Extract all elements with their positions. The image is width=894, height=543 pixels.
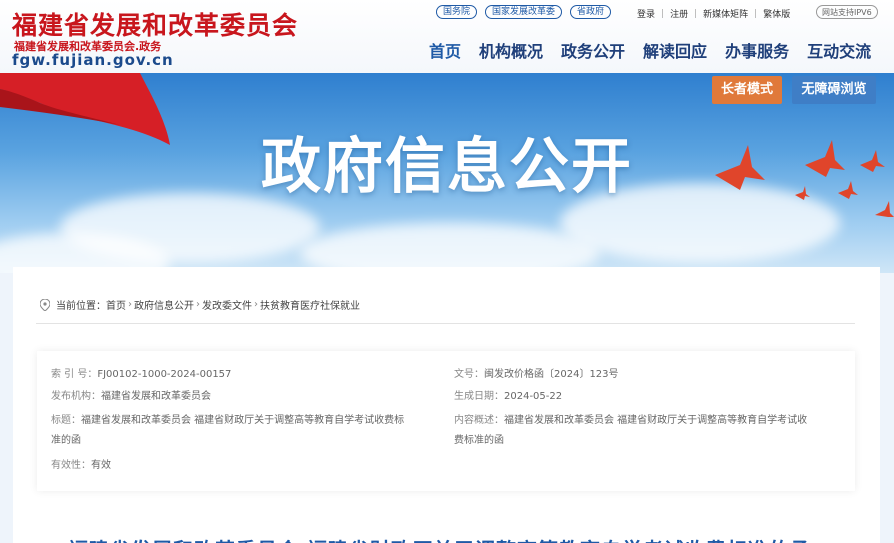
meta-docno: 文号：闽发改价格函〔2024〕123号 xyxy=(454,365,619,385)
breadcrumb-home[interactable]: 首页 xyxy=(106,297,126,312)
meta-summary-cont: 费标准的函 xyxy=(454,431,504,451)
meta-publisher-value: 福建省发展和改革委员会 xyxy=(101,391,211,402)
separator: | xyxy=(754,8,758,19)
breadcrumb-gov-info[interactable]: 政府信息公开 xyxy=(134,297,194,312)
nav-services[interactable]: 办事服务 xyxy=(725,38,789,62)
meta-summary-label: 内容概述： xyxy=(454,415,504,426)
meta-docno-value: 闽发改价格函〔2024〕123号 xyxy=(484,369,619,380)
breadcrumb: 当前位置： 首页 › 政府信息公开 › 发改委文件 › 扶贫教育医疗社保就业 xyxy=(40,297,360,312)
accessibility-button[interactable]: 无障碍浏览 xyxy=(792,76,876,104)
nav-home[interactable]: 首页 xyxy=(429,38,461,62)
meta-index: 索 引 号：FJ00102-1000-2024-00157 xyxy=(51,365,231,385)
quick-links: 国务院 国家发展改革委 省政府 xyxy=(436,5,612,19)
chevron-right-icon: › xyxy=(196,299,200,310)
chevron-right-icon: › xyxy=(254,299,258,310)
document-title: 福建省发展和改革委员会 福建省财政厅关于调整高等教育自学考试收费标准的函 xyxy=(68,534,811,543)
new-media-link[interactable]: 新媒体矩阵 xyxy=(703,7,748,20)
meta-title-label: 标题： xyxy=(51,415,81,426)
main-nav: 首页 机构概况 政务公开 解读回应 办事服务 互动交流 xyxy=(429,38,871,62)
meta-validity: 有效性：有效 xyxy=(51,456,111,476)
link-state-council[interactable]: 国务院 xyxy=(436,5,478,19)
separator: | xyxy=(661,8,665,19)
meta-publisher-label: 发布机构： xyxy=(51,391,101,402)
cloud-decoration xyxy=(300,223,600,273)
site-header: 福建省发展和改革委员会 福建省发展和改革委员会.政务 fgw.fujian.go… xyxy=(0,0,894,73)
meta-index-value: FJ00102-1000-2024-00157 xyxy=(97,369,232,380)
meta-index-label: 索 引 号： xyxy=(51,369,98,380)
breadcrumb-category[interactable]: 扶贫教育医疗社保就业 xyxy=(260,297,360,312)
meta-date: 生成日期：2024-05-22 xyxy=(454,387,562,407)
nav-gov-affairs[interactable]: 政务公开 xyxy=(561,38,625,62)
login-link[interactable]: 登录 xyxy=(637,7,655,20)
meta-title-cont: 准的函 xyxy=(51,431,81,451)
nav-about[interactable]: 机构概况 xyxy=(479,38,543,62)
elder-mode-button[interactable]: 长者模式 xyxy=(712,76,782,104)
location-pin-icon xyxy=(40,298,50,311)
nav-interpretation[interactable]: 解读回应 xyxy=(643,38,707,62)
separator: | xyxy=(694,8,698,19)
site-logo-title[interactable]: 福建省发展和改革委员会 xyxy=(12,6,298,42)
meta-title-value: 福建省发展和改革委员会 福建省财政厅关于调整高等教育自学考试收费标 xyxy=(81,415,405,426)
birds-icon xyxy=(715,140,894,217)
meta-summary-value-cont: 费标准的函 xyxy=(454,435,504,446)
chevron-right-icon: › xyxy=(128,299,132,310)
meta-validity-value: 有效 xyxy=(91,460,111,471)
ipv6-badge: 网站支持IPV6 xyxy=(816,5,878,19)
divider xyxy=(36,323,855,324)
traditional-chinese-link[interactable]: 繁体版 xyxy=(763,7,790,20)
meta-validity-label: 有效性： xyxy=(51,460,91,471)
meta-docno-label: 文号： xyxy=(454,369,484,380)
link-province-gov[interactable]: 省政府 xyxy=(570,5,612,19)
meta-summary: 内容概述：福建省发展和改革委员会 福建省财政厅关于调整高等教育自学考试收 xyxy=(454,411,807,431)
meta-title: 标题：福建省发展和改革委员会 福建省财政厅关于调整高等教育自学考试收费标 xyxy=(51,411,404,431)
meta-publisher: 发布机构：福建省发展和改革委员会 xyxy=(51,387,211,407)
breadcrumb-prefix: 当前位置： xyxy=(56,301,106,312)
top-links: 登录 | 注册 | 新媒体矩阵 | 繁体版 xyxy=(637,7,790,21)
meta-title-value-cont: 准的函 xyxy=(51,435,81,446)
meta-date-value: 2024-05-22 xyxy=(504,391,563,402)
site-domain: fgw.fujian.gov.cn xyxy=(12,51,174,69)
register-link[interactable]: 注册 xyxy=(670,7,688,20)
breadcrumb-ndrc-docs[interactable]: 发改委文件 xyxy=(202,297,252,312)
link-ndrc[interactable]: 国家发展改革委 xyxy=(485,5,563,19)
meta-date-label: 生成日期： xyxy=(454,391,504,402)
nav-interaction[interactable]: 互动交流 xyxy=(807,38,871,62)
meta-summary-value: 福建省发展和改革委员会 福建省财政厅关于调整高等教育自学考试收 xyxy=(504,415,808,426)
